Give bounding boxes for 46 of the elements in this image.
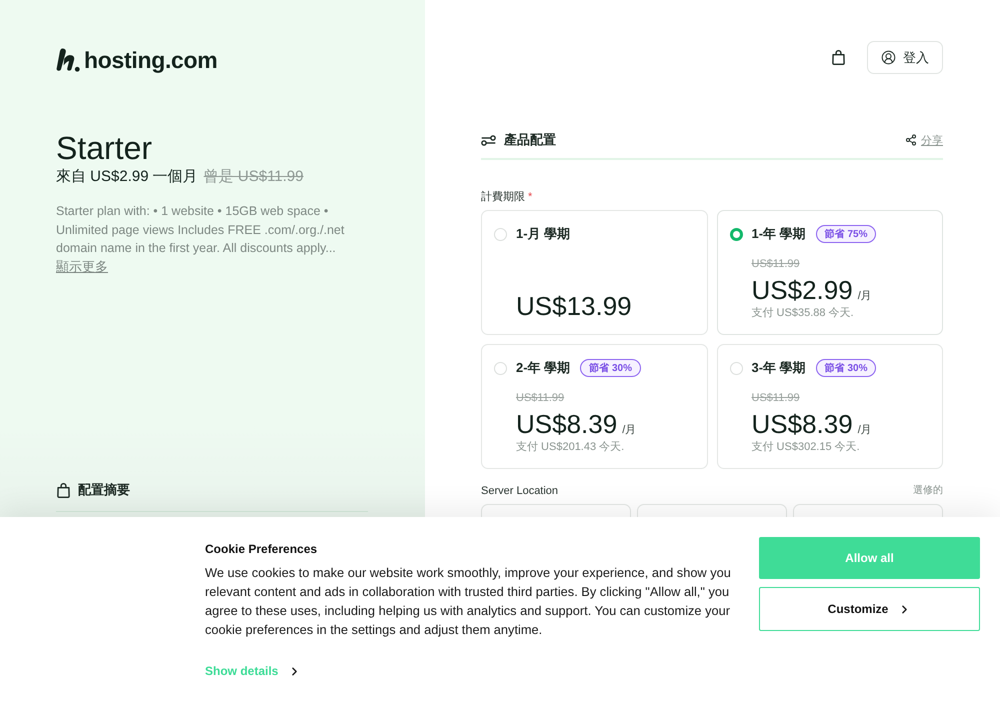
billing-option-card[interactable]: 3-年 學期 節省 30% US$11.99 US$8.39 /月 支付 US$302.15 今天. [716,344,943,469]
pay-note: 支付 US$35.88 今天. [752,306,854,321]
optional-note: 選修的 [913,484,943,498]
plan-description: Starter plan with: • 1 website • 15GB web space • Unlimited page views Includes FREE .com/.org./.net domain name in the first year. All discounts apply... [56,203,346,257]
old-price: US$11.99 [752,257,800,271]
plan-title: Starter [56,129,152,167]
discount-badge: 節省 30% [580,359,641,377]
option-title: 3-年 學期 [752,359,806,377]
option-price: US$8.39 [516,409,618,439]
discount-badge: 節省 75% [816,225,876,243]
price-unit: /月 [858,423,872,437]
cart-icon[interactable] [832,50,845,65]
price-unit: /月 [858,289,872,303]
field-label: 計費期限 [481,190,525,204]
login-button[interactable]: 登入 [867,41,943,74]
required-mark: * [528,190,532,204]
option-price: US$13.99 [516,291,632,321]
option-title: 1-月 學期 [516,225,570,243]
radio-button[interactable] [730,228,742,240]
user-icon [881,50,896,65]
summary-title: 配置摘要 [78,481,130,499]
billing-option-card[interactable]: 2-年 學期 節省 30% US$11.99 US$8.39 /月 支付 US$201.43 今天. [481,344,708,469]
brand-name: hosting.com [84,46,218,75]
sliders-icon [481,134,496,146]
option-title: 1-年 學期 [752,225,806,243]
logo-icon [56,48,80,72]
billing-option-card[interactable]: 1-年 學期 節省 75% US$11.99 US$2.99 /月 支付 US$35.88 今天. [716,210,943,335]
pay-note: 支付 US$302.15 今天. [752,440,860,455]
old-price: US$11.99 [516,391,564,405]
option-price: US$8.39 [752,409,853,439]
plan-price: 來自 US$2.99 一個月 [56,167,198,187]
field-label: Server Location [481,484,558,498]
section-title: 產品配置 [504,131,556,149]
bag-icon [57,482,70,498]
option-price: US$2.99 [752,275,853,305]
banner-title: Cookie Preferences [205,542,318,556]
old-price: US$11.99 [752,391,800,405]
billing-option-card[interactable]: 1-月 學期 US$13.99 [481,210,708,335]
discount-badge: 節省 30% [816,359,876,377]
pay-note: 支付 US$201.43 今天. [516,440,624,455]
price-unit: /月 [622,423,636,437]
banner-text: We use cookies to make our website work smoothly, improve your experience, and show you relevant content and ads in collaboration with trusted third parties. By clicking "Allow all," you agree to these uses, including helping us with analytics and support. You can customize your cookie preferences in the settings and adjust them anytime. [205,564,732,639]
option-title: 2-年 學期 [516,359,570,377]
customize-button[interactable]: Customize [759,587,980,631]
plan-old-price: 曾是 US$11.99 [204,167,304,187]
share-icon [905,134,917,146]
